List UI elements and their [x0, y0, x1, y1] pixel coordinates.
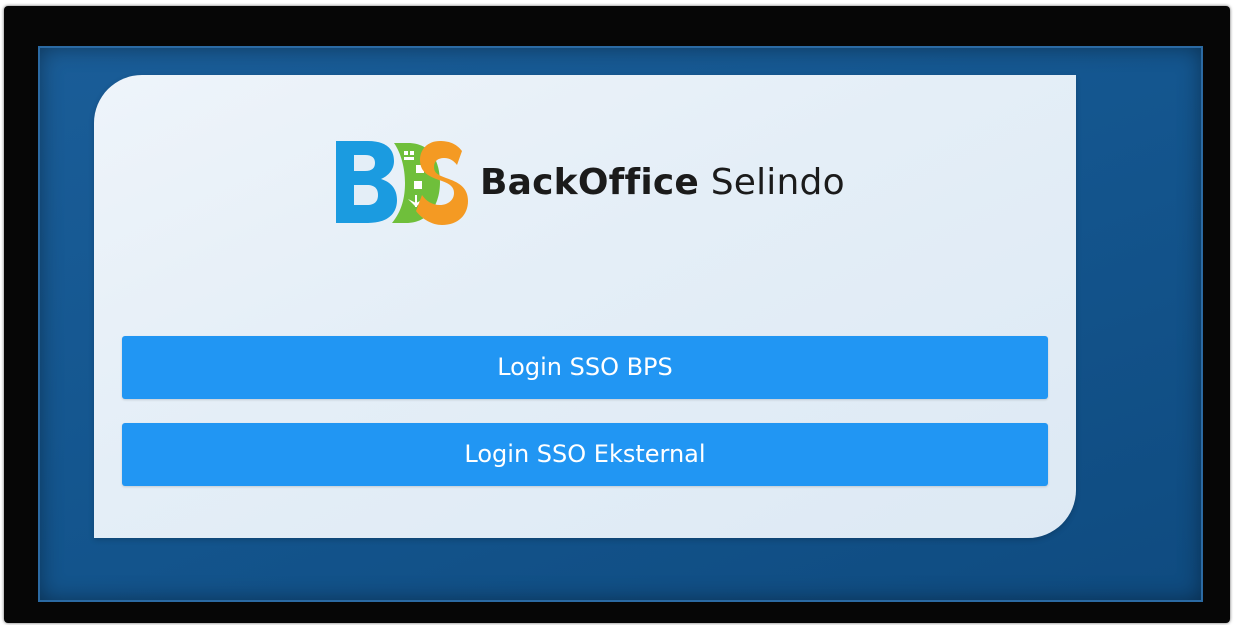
app-name: BackOffice Selindo: [480, 162, 845, 203]
app-logo: BackOffice Selindo: [334, 137, 845, 227]
login-card: BackOffice Selindo Login SSO BPS Login S…: [94, 75, 1076, 538]
login-sso-external-button[interactable]: Login SSO Eksternal: [122, 423, 1048, 486]
login-sso-bps-button[interactable]: Login SSO BPS: [122, 336, 1048, 399]
app-name-regular: Selindo: [710, 161, 845, 203]
bds-logo-icon: [336, 141, 468, 225]
app-name-bold: BackOffice: [480, 161, 700, 203]
